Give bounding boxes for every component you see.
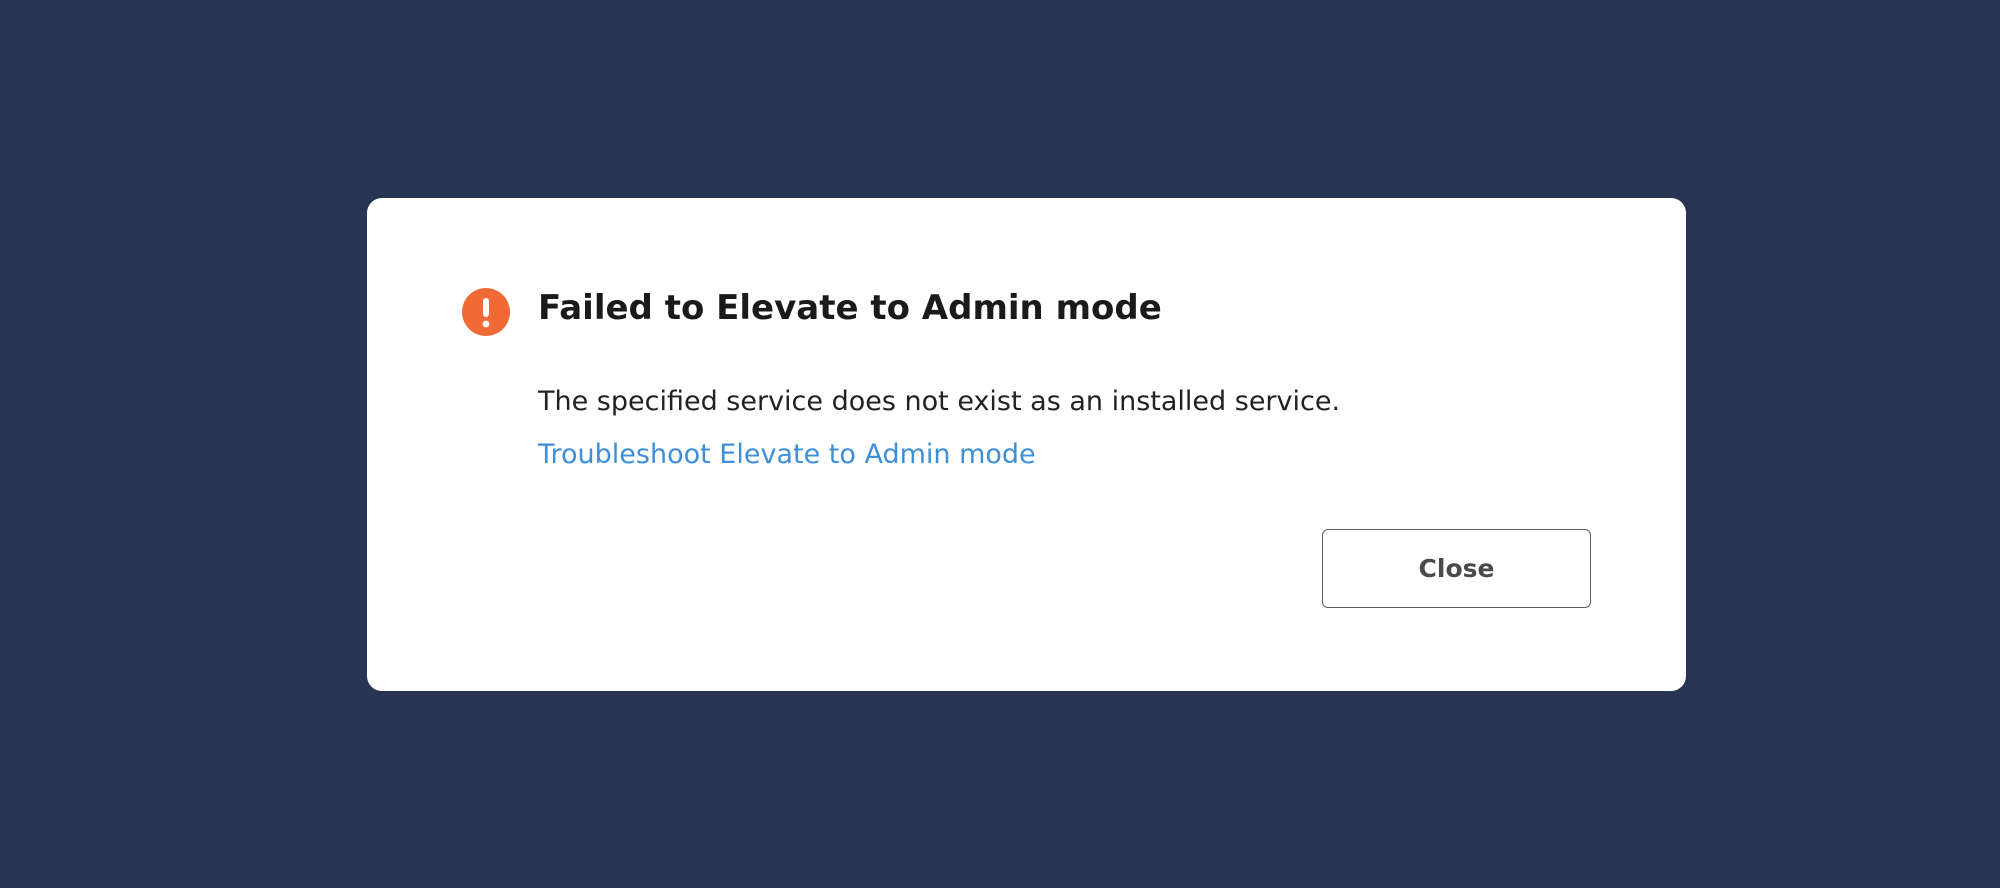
- dialog-title: Failed to Elevate to Admin mode: [538, 288, 1162, 328]
- error-message: The specified service does not exist as …: [538, 386, 1341, 417]
- close-button[interactable]: Close: [1322, 529, 1591, 608]
- error-dialog: Failed to Elevate to Admin mode The spec…: [367, 198, 1686, 691]
- troubleshoot-link[interactable]: Troubleshoot Elevate to Admin mode: [538, 438, 1036, 472]
- exclamation-circle-icon: [462, 288, 510, 336]
